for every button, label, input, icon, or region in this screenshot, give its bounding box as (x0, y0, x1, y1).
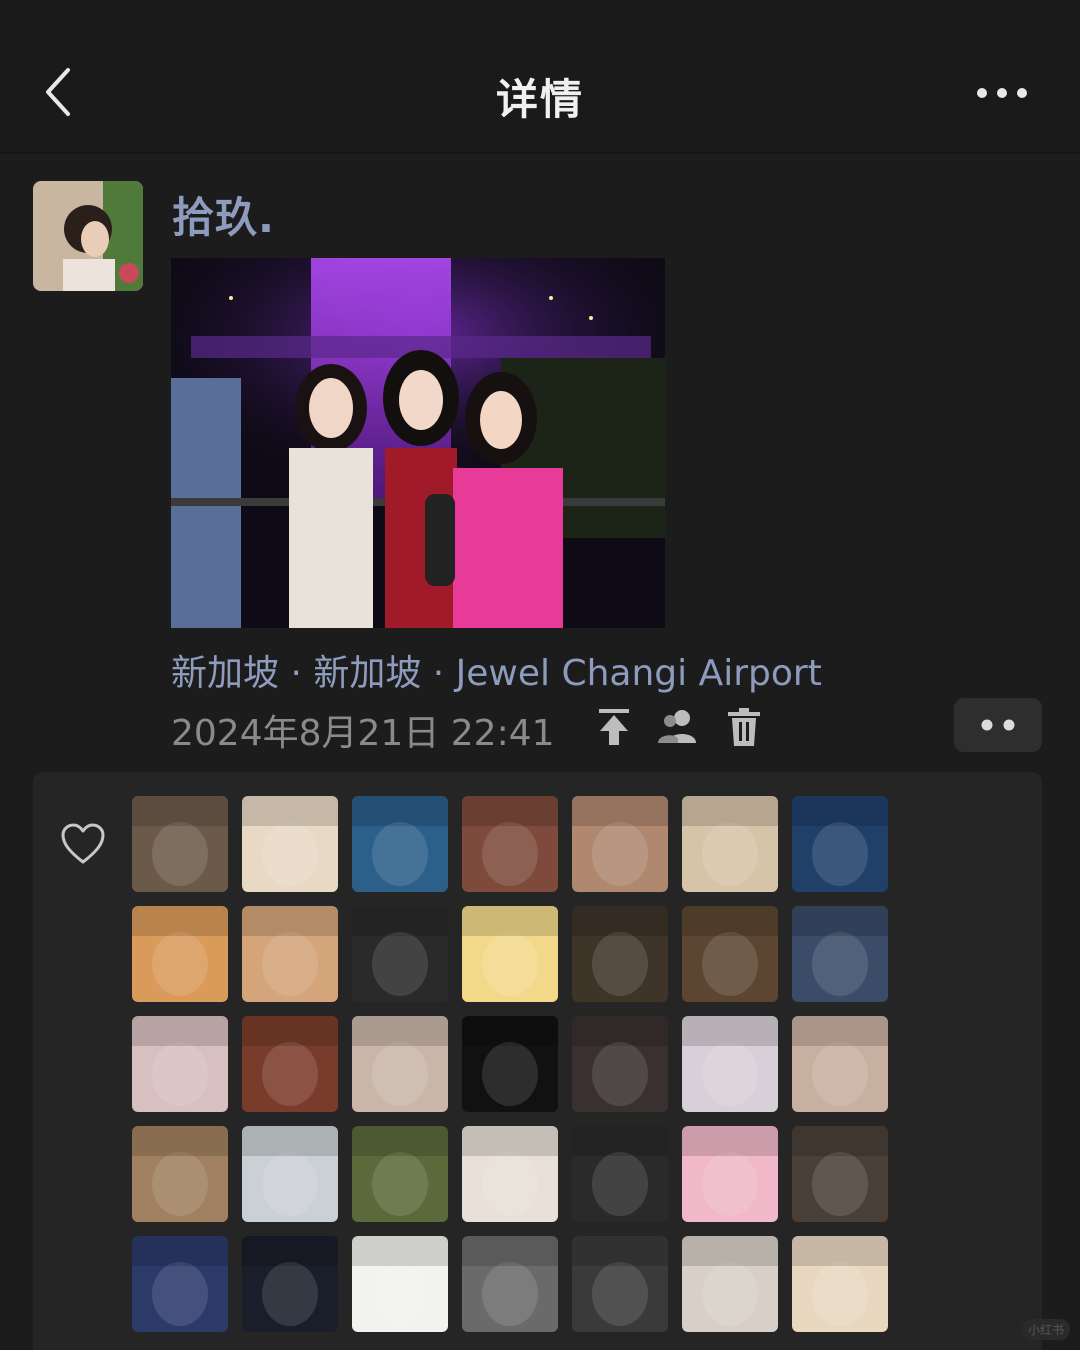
navbar: 详情 (0, 0, 1080, 153)
liker-avatar[interactable] (682, 1016, 778, 1112)
location-link[interactable]: 新加坡 · 新加坡 · Jewel Changi Airport (171, 644, 822, 696)
liker-avatar[interactable] (572, 1126, 668, 1222)
liker-avatar[interactable] (242, 1126, 338, 1222)
author-nickname[interactable]: 拾玖. (172, 184, 275, 245)
author-avatar[interactable] (33, 181, 143, 291)
visibility-people-icon[interactable] (656, 705, 700, 749)
pin-top-icon[interactable] (592, 705, 636, 749)
liker-avatar[interactable] (132, 1236, 228, 1332)
liker-avatar[interactable] (792, 1126, 888, 1222)
heart-icon (60, 822, 106, 866)
comment-button[interactable] (954, 698, 1042, 752)
liker-avatar[interactable] (792, 796, 888, 892)
trash-icon[interactable] (722, 705, 766, 749)
liker-avatar[interactable] (792, 906, 888, 1002)
two-dots-icon (981, 719, 1015, 731)
liker-avatar[interactable] (352, 1236, 448, 1332)
post-timestamp: 2024年8月21日 22:41 (171, 713, 555, 754)
ellipsis-icon[interactable] (972, 78, 1032, 108)
liker-avatar[interactable] (132, 796, 228, 892)
liker-avatar[interactable] (462, 906, 558, 1002)
liker-avatar[interactable] (352, 1126, 448, 1222)
liker-avatar[interactable] (352, 906, 448, 1002)
liker-avatar[interactable] (682, 906, 778, 1002)
liker-avatar[interactable] (792, 1236, 888, 1332)
liker-avatar[interactable] (242, 906, 338, 1002)
liker-avatar[interactable] (242, 796, 338, 892)
liker-avatar[interactable] (242, 1016, 338, 1112)
liker-avatar[interactable] (132, 906, 228, 1002)
liker-avatar[interactable] (132, 1016, 228, 1112)
liker-avatar[interactable] (792, 1016, 888, 1112)
liker-avatar[interactable] (462, 1236, 558, 1332)
liker-avatar[interactable] (572, 796, 668, 892)
liker-avatar[interactable] (572, 1016, 668, 1112)
post-photo[interactable] (171, 258, 665, 628)
liker-avatar[interactable] (682, 796, 778, 892)
liker-avatar[interactable] (682, 1126, 778, 1222)
liker-avatar[interactable] (462, 1126, 558, 1222)
liker-avatar[interactable] (682, 1236, 778, 1332)
liker-avatar[interactable] (462, 796, 558, 892)
page-title: 详情 (495, 75, 584, 124)
liker-avatar[interactable] (572, 1236, 668, 1332)
liker-avatar[interactable] (462, 1016, 558, 1112)
watermark: 小红书 (1021, 1319, 1070, 1340)
liker-avatar[interactable] (242, 1236, 338, 1332)
liker-avatar[interactable] (572, 906, 668, 1002)
liker-avatar[interactable] (352, 796, 448, 892)
liker-avatar[interactable] (352, 1016, 448, 1112)
liker-avatar[interactable] (132, 1126, 228, 1222)
